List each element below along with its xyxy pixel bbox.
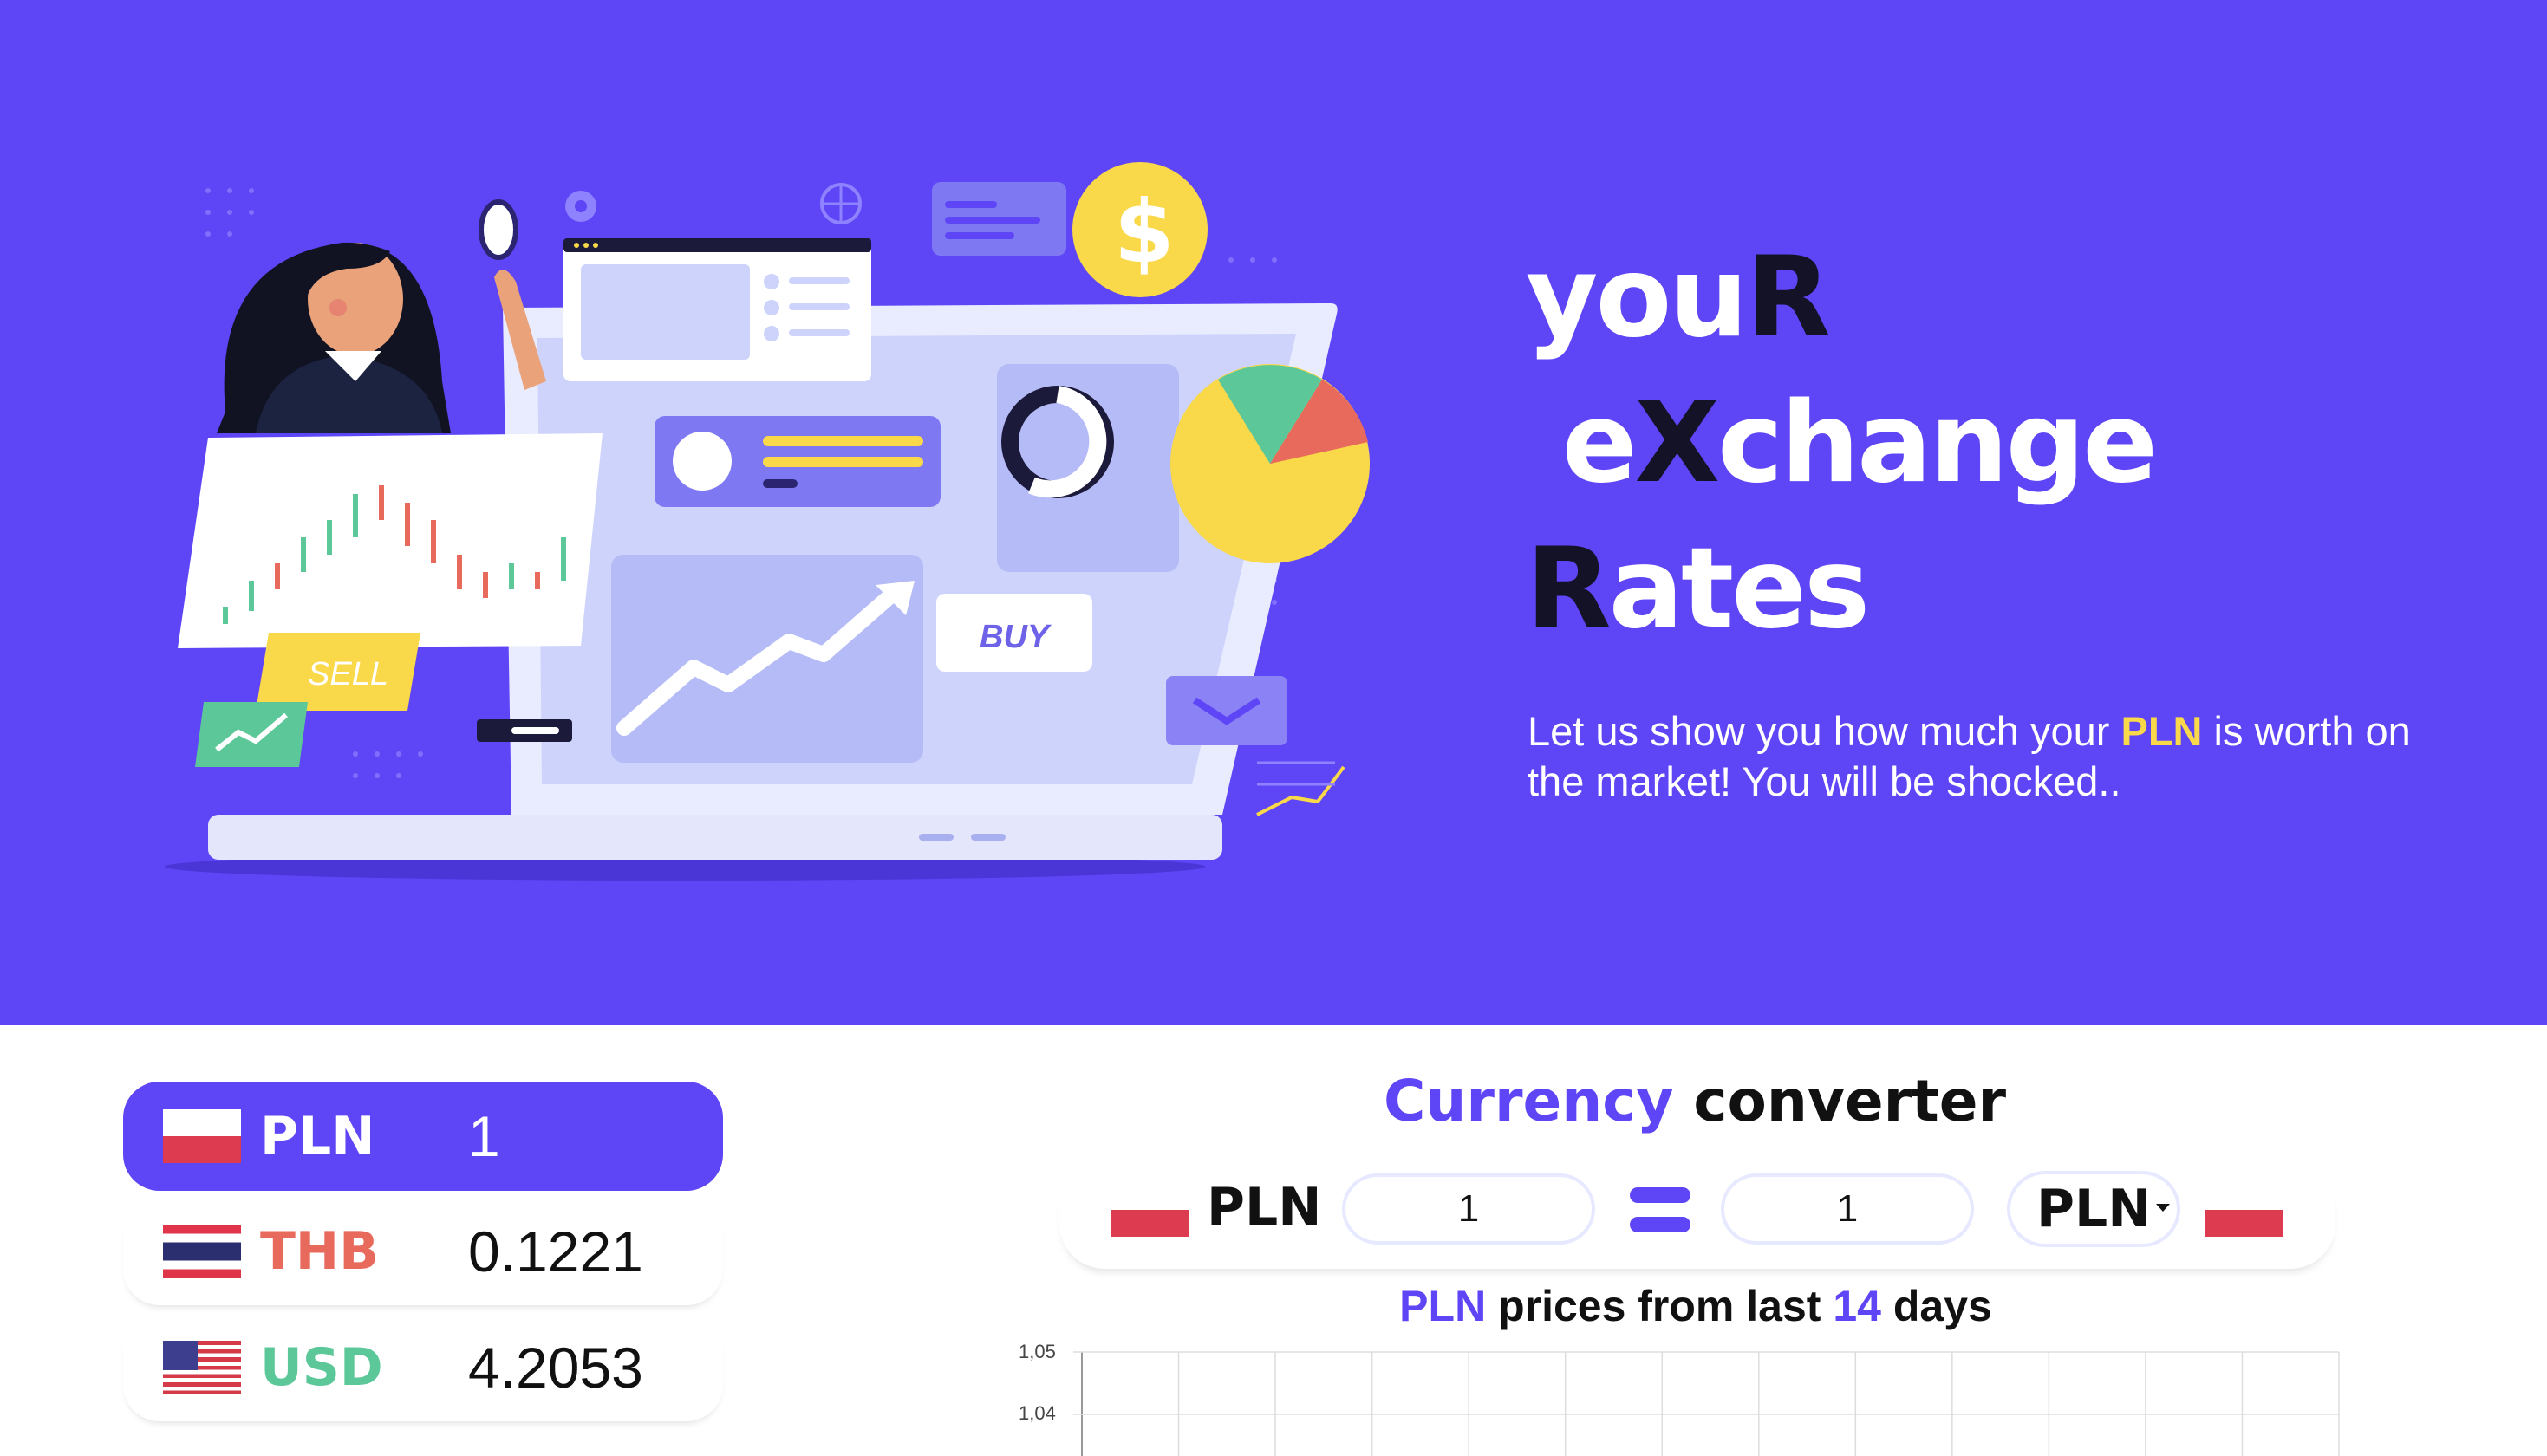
poland-flag-icon: [1111, 1183, 1189, 1237]
from-currency-code: PLN: [1207, 1177, 1322, 1238]
rate-value: 0.1221: [468, 1219, 643, 1284]
converter-title: Currency converter: [1383, 1068, 2007, 1134]
hero-illustration: BUY $ SELL: [165, 162, 1370, 881]
hero-subtitle: Let us show you how much your PLN is wor…: [1528, 708, 2411, 804]
chart-grid: [1073, 1351, 2340, 1456]
price-history-chart: 1,05 1,04: [1019, 1341, 2340, 1456]
rate-value: 1: [468, 1104, 500, 1168]
to-amount-input[interactable]: [1721, 1173, 1974, 1245]
hero-title-line-3: Rates: [1526, 524, 1870, 653]
rate-code: THB: [260, 1221, 379, 1282]
hero-title-line-1: youR: [1526, 233, 1831, 362]
hero-title: youR eXchange Rates: [1526, 225, 2158, 662]
rate-code: USD: [260, 1337, 383, 1398]
equals-icon: [1630, 1187, 1690, 1232]
poland-flag-icon: [163, 1109, 241, 1163]
usa-flag-icon: [163, 1341, 241, 1394]
to-currency-select[interactable]: PLN: [2007, 1171, 2180, 1247]
rate-value: 4.2053: [468, 1336, 643, 1400]
from-amount-input[interactable]: [1342, 1173, 1595, 1245]
to-currency-code: PLN: [2036, 1179, 2152, 1239]
y-tick-label: 1,05: [1019, 1341, 1056, 1362]
dollar-coin-label: $: [1114, 181, 1175, 283]
buy-label: BUY: [980, 619, 1052, 655]
chevron-down-icon: [2156, 1203, 2171, 1212]
hero-subtitle-highlight: PLN: [2120, 708, 2203, 754]
rates-list: PLN 1 THB 0.1221 USD 4.2053: [123, 1082, 723, 1430]
rate-row-pln[interactable]: PLN 1: [123, 1082, 723, 1191]
rate-row-thb[interactable]: THB 0.1221: [123, 1198, 723, 1305]
sell-label: SELL: [308, 656, 388, 692]
hero-section: BUY $ SELL youR eXchange Rates Let us sh…: [0, 0, 2547, 1025]
chart-title: PLN prices from last 14 days: [1399, 1282, 1992, 1330]
rate-code: PLN: [260, 1106, 375, 1167]
hero-title-line-2: eXchange: [1526, 379, 2158, 508]
poland-flag-icon: [2205, 1183, 2283, 1237]
y-tick-label: 1,04: [1019, 1402, 1056, 1424]
rate-row-usd[interactable]: USD 4.2053: [123, 1314, 723, 1421]
thailand-flag-icon: [163, 1225, 241, 1278]
